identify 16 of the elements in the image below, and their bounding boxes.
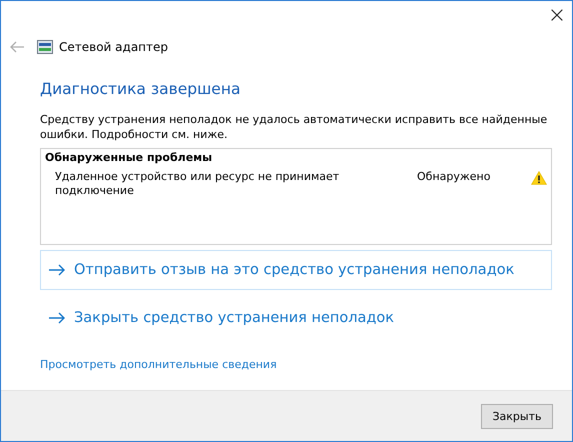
troubleshooter-link[interactable]: Отправить отзыв на это средство устранения неполадок xyxy=(40,250,552,290)
close-dialog-button[interactable]: Закрыть xyxy=(481,404,553,428)
result-message: Средству устранения неполадок не удалось автоматически исправить все найденные ошибки. Подробности см. ниже. xyxy=(40,112,548,142)
network-adapter-icon xyxy=(37,40,53,54)
window-title: Сетевой адаптер xyxy=(59,40,168,54)
back-arrow-icon[interactable] xyxy=(10,41,24,53)
problem-status: Обнаружено xyxy=(417,170,492,185)
troubleshooter-link[interactable]: Закрыть средство устранения неполадок xyxy=(40,298,552,338)
panel-title: Обнаруженные проблемы xyxy=(45,151,214,164)
details-link[interactable]: Просмотреть дополнительные сведения xyxy=(40,358,277,371)
close-button[interactable]: × xyxy=(542,1,572,31)
status-heading: Диагностика завершена xyxy=(40,80,242,98)
arrow-icon xyxy=(49,264,65,276)
arrow-icon xyxy=(49,312,65,324)
problem-description: Удаленное устройство или ресурс не принимает подключение xyxy=(55,170,340,198)
warning-icon xyxy=(531,171,547,185)
